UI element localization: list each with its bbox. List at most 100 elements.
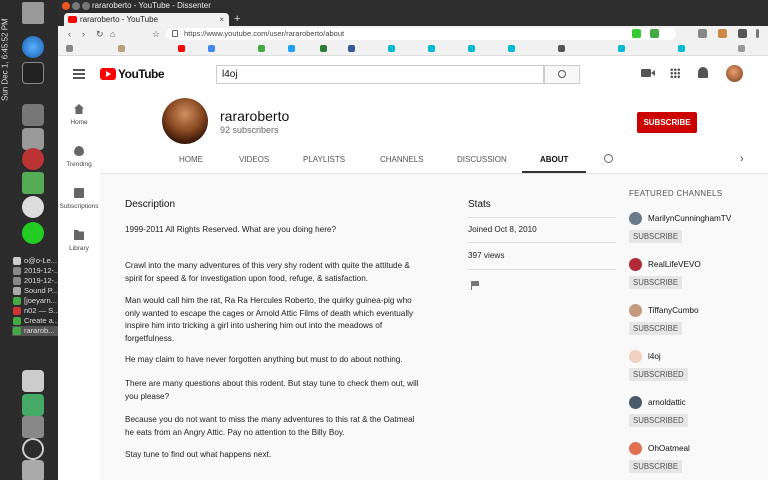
bookmark-icon[interactable] — [508, 45, 515, 52]
sidebar-item-library[interactable]: Library — [58, 230, 100, 252]
terminal-icon[interactable] — [22, 62, 44, 84]
back-button[interactable]: ‹ — [68, 29, 71, 39]
channel-avatar[interactable] — [629, 396, 642, 409]
hamburger-menu-icon[interactable] — [73, 69, 85, 79]
featured-channel-name[interactable]: MarilynCunninghamTV — [648, 214, 731, 223]
channel-search-icon[interactable] — [604, 154, 613, 163]
report-flag-icon[interactable] — [471, 281, 479, 290]
bookmark-icon[interactable] — [66, 45, 73, 52]
featured-channel-name[interactable]: OhOatmeal — [648, 444, 690, 453]
tabs-next-arrow-icon[interactable]: › — [740, 153, 744, 165]
new-tab-button[interactable]: + — [234, 12, 240, 26]
reload-button[interactable]: ↻ — [96, 29, 104, 40]
network-icon[interactable] — [22, 104, 44, 126]
bookmark-icon[interactable] — [468, 45, 475, 52]
featured-channel-name[interactable]: l4oj — [648, 352, 661, 361]
channel-avatar[interactable] — [629, 258, 642, 271]
forward-button[interactable]: › — [82, 29, 85, 39]
sidebar-item-trending[interactable]: Trending — [58, 146, 100, 168]
upload-video-icon[interactable] — [641, 69, 655, 77]
app-icon[interactable] — [22, 460, 44, 480]
bookmark-icon[interactable] — [178, 45, 185, 52]
spotify-icon[interactable] — [22, 222, 44, 244]
tab-discussion[interactable]: DISCUSSION — [457, 155, 507, 164]
tab-home[interactable]: HOME — [179, 155, 203, 164]
channel-avatar[interactable] — [629, 350, 642, 363]
system-clock: Sun Dec 1, 6:45:52 PM — [0, 18, 10, 102]
bookmark-star-icon[interactable]: ☆ — [152, 29, 160, 40]
channel-avatar[interactable] — [629, 212, 642, 225]
files-icon[interactable] — [22, 172, 44, 194]
sidebar-item-home[interactable]: Home — [58, 104, 100, 126]
extension-icon[interactable] — [718, 29, 727, 38]
bookmark-icon[interactable] — [118, 45, 125, 52]
minimize-window-icon[interactable] — [72, 2, 80, 10]
youtube-logo-icon[interactable] — [100, 68, 116, 80]
featured-channel-name[interactable]: arnoldattic — [648, 398, 686, 407]
tab-close-icon[interactable]: × — [219, 13, 224, 26]
search-button[interactable] — [544, 65, 580, 84]
tab-about[interactable]: ABOUT — [540, 155, 568, 164]
subscribe-button[interactable]: SUBSCRIBE — [629, 230, 683, 243]
text-editor-icon[interactable] — [22, 370, 44, 392]
camera-icon[interactable] — [22, 416, 44, 438]
account-avatar[interactable] — [726, 65, 743, 82]
taskbar-item[interactable]: 2019-12-... — [12, 266, 58, 276]
tab-videos[interactable]: VIDEOS — [239, 155, 269, 164]
maximize-window-icon[interactable] — [82, 2, 90, 10]
bookmark-icon[interactable] — [558, 45, 565, 52]
extension-icon[interactable] — [738, 29, 747, 38]
extension-icon[interactable] — [632, 29, 641, 38]
bookmark-icon[interactable] — [348, 45, 355, 52]
home-button[interactable]: ⌂ — [110, 29, 115, 39]
sidebar-item-subscriptions[interactable]: Subscriptions — [58, 188, 100, 210]
taskbar-item[interactable]: Sound P... — [12, 286, 58, 296]
scanner-icon[interactable] — [22, 128, 44, 150]
bookmark-icon[interactable] — [208, 45, 215, 52]
subscribed-button[interactable]: SUBSCRIBED — [629, 368, 688, 381]
trash-icon[interactable] — [22, 2, 44, 24]
search-input[interactable]: l4oj — [216, 65, 544, 84]
extension-icon[interactable] — [698, 29, 707, 38]
url-field[interactable]: https://www.youtube.com/user/rararoberto… — [166, 28, 676, 40]
tab-playlists[interactable]: PLAYLISTS — [303, 155, 345, 164]
browser-tab[interactable]: rararoberto - YouTube × — [64, 13, 229, 26]
featured-channel-name[interactable]: RealLifeVEVO — [648, 260, 701, 269]
subscribe-button[interactable]: SUBSCRIBE — [629, 460, 683, 473]
channel-avatar[interactable] — [629, 442, 642, 455]
subscribe-button[interactable]: SUBSCRIBE — [629, 322, 683, 335]
extension-icon[interactable] — [650, 29, 659, 38]
bookmark-icon[interactable] — [618, 45, 625, 52]
notifications-bell-icon[interactable] — [698, 67, 708, 78]
tab-channels[interactable]: CHANNELS — [380, 155, 424, 164]
taskbar-item[interactable]: Create a... — [12, 316, 58, 326]
media-player-icon[interactable] — [22, 36, 44, 58]
featured-channel-name[interactable]: TiffanyCumbo — [648, 306, 699, 315]
bookmark-icon[interactable] — [258, 45, 265, 52]
bookmark-icon[interactable] — [738, 45, 745, 52]
ubuntu-icon[interactable] — [22, 148, 44, 170]
channel-avatar[interactable] — [162, 98, 208, 144]
taskbar-item[interactable]: n02 — S... — [12, 306, 58, 316]
bookmark-icon[interactable] — [428, 45, 435, 52]
menu-icon[interactable] — [756, 29, 759, 38]
bookmark-icon[interactable] — [678, 45, 685, 52]
bookmark-icon[interactable] — [288, 45, 295, 52]
apps-grid-icon[interactable] — [670, 68, 680, 78]
system-monitor-icon[interactable] — [22, 394, 44, 416]
subscribe-button[interactable]: SUBSCRIBE — [629, 276, 683, 289]
bookmark-icon[interactable] — [388, 45, 395, 52]
close-window-icon[interactable] — [62, 2, 70, 10]
taskbar-item-active[interactable]: rararob... — [12, 326, 58, 336]
subscribe-button[interactable]: SUBSCRIBE — [637, 112, 697, 133]
bookmark-icon[interactable] — [320, 45, 327, 52]
youtube-logo-text[interactable]: YouTube — [118, 67, 165, 81]
task-label: 2019-12-... — [24, 266, 58, 275]
taskbar-item[interactable]: 2019-12-... — [12, 276, 58, 286]
subscribed-button[interactable]: SUBSCRIBED — [629, 414, 688, 427]
taskbar-item[interactable]: [joeyarn... — [12, 296, 58, 306]
channel-avatar[interactable] — [629, 304, 642, 317]
taskbar-item[interactable]: o@o-Le... — [12, 256, 58, 266]
app-icon[interactable] — [22, 196, 44, 218]
power-icon[interactable] — [22, 438, 44, 460]
